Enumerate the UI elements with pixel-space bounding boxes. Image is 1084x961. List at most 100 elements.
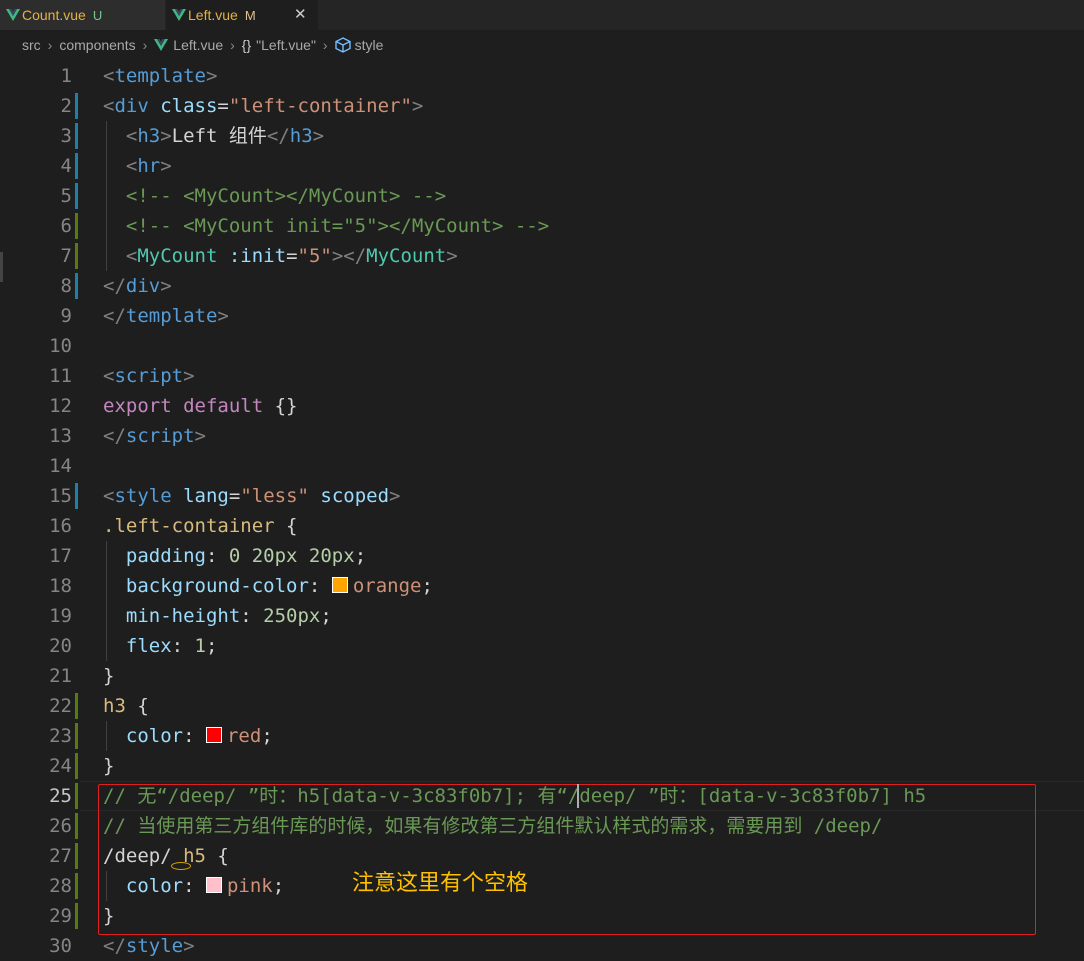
code-token: padding [125,545,206,567]
code-text: </style> [103,931,195,961]
code-line[interactable]: 2 <div class="left-container"> [0,91,1084,121]
line-number: 2 [60,95,72,117]
git-added-marker[interactable] [75,723,78,749]
code-token: ; [320,605,332,627]
git-added-marker[interactable] [75,903,78,929]
code-token: div [125,275,161,297]
line-number: 29 [49,905,72,927]
code-token: > [312,125,325,147]
code-text: </div> [103,271,172,301]
git-added-marker[interactable] [75,693,78,719]
git-added-marker[interactable] [75,783,78,809]
vue-file-icon [6,9,20,21]
color-swatch-icon[interactable] [205,726,222,743]
code-line[interactable]: 5 <!-- <MyCount></MyCount> --> [0,181,1084,211]
line-number: 19 [49,605,72,627]
tab-count-vue[interactable]: Count.vue U [0,0,166,30]
code-line[interactable]: 9 </template> [0,301,1084,331]
code-line[interactable]: 12 export default {} [0,391,1084,421]
code-token: > [205,65,218,87]
code-line[interactable]: 19 min-height: 250px; [0,601,1084,631]
code-line[interactable]: 20 flex: 1; [0,631,1084,661]
code-text: padding: 0 20px 20px; [103,541,366,571]
line-number: 13 [49,425,72,447]
code-token: : [308,575,332,597]
code-text: <style lang="less" scoped> [103,481,401,511]
code-line[interactable]: 11 <script> [0,361,1084,391]
git-added-marker[interactable] [75,873,78,899]
code-token: class [160,95,218,117]
code-token: ; [261,725,273,747]
code-text: <!-- <MyCount init="5"></MyCount> --> [103,211,549,241]
tab-left-vue[interactable]: Left.vue M ✕ [166,0,318,30]
code-line[interactable]: 15 <style lang="less" scoped> [0,481,1084,511]
code-token: <!-- <MyCount></MyCount> --> [125,185,447,207]
code-token: : [171,635,195,657]
code-line[interactable]: 21} [0,661,1084,691]
code-line[interactable]: 22 h3 { [0,691,1084,721]
close-icon[interactable]: ✕ [294,5,307,23]
code-line[interactable]: 24} [0,751,1084,781]
annotation-text: 注意这里有个空格 [352,871,529,896]
git-modified-marker[interactable] [75,93,78,119]
git-added-marker[interactable] [75,213,78,239]
git-modified-marker[interactable] [75,483,78,509]
code-line[interactable]: 3 <h3>Left 组件</h3> [0,121,1084,151]
code-token: : [183,725,206,747]
git-added-marker[interactable] [75,843,78,869]
code-line[interactable]: 7 <MyCount :init="5"></MyCount> [0,241,1084,271]
code-line[interactable]: 23 color: red; [0,721,1084,751]
code-token: : [205,545,229,567]
code-token: template [125,305,218,327]
code-token: export default [103,395,275,417]
code-line[interactable]: 16 .left-container { [0,511,1084,541]
git-modified-marker[interactable] [75,123,78,149]
code-token: > [160,125,172,147]
code-token: "less" [240,485,309,507]
git-modified-marker[interactable] [75,183,78,209]
code-line[interactable]: 10 [0,331,1084,361]
code-text: flex: 1; [103,631,218,661]
git-modified-marker[interactable] [75,273,78,299]
breadcrumb-item-components[interactable]: components [59,37,135,53]
code-token: < [103,95,115,117]
code-token: = [286,245,298,267]
tab-bar: Count.vue U Left.vue M ✕ [0,0,1084,30]
code-line[interactable]: 13 </script> [0,421,1084,451]
code-token: hr [137,155,161,177]
breadcrumb-item-module[interactable]: "Left.vue" [256,37,316,53]
line-number: 23 [49,725,72,747]
git-added-marker[interactable] [75,753,78,779]
code-token: > [160,155,172,177]
code-line[interactable]: 17 padding: 0 20px 20px; [0,541,1084,571]
code-line[interactable]: 14 [0,451,1084,481]
code-line[interactable]: 18 background-color: orange; [0,571,1084,601]
line-number: 14 [49,455,72,477]
code-token: </ [103,305,126,327]
code-line[interactable]: 30 </style> [0,931,1084,961]
code-line[interactable]: 8 </div> [0,271,1084,301]
breadcrumb-item-file[interactable]: Left.vue [173,37,223,53]
breadcrumb-item-style[interactable]: style [355,37,384,53]
code-line[interactable]: 1 <template> [0,61,1084,91]
line-number: 25 [49,785,72,807]
chevron-right-icon: › [230,37,235,53]
git-status-badge: M [244,7,256,23]
git-added-marker[interactable] [75,813,78,839]
code-token: < [125,155,138,177]
git-modified-marker[interactable] [75,153,78,179]
breadcrumb-item-src[interactable]: src [22,37,41,53]
git-added-marker[interactable] [75,243,78,269]
code-line[interactable]: 4 <hr> [0,151,1084,181]
code-token: <!-- <MyCount init="5"></MyCount> --> [125,215,550,237]
code-line[interactable]: 6 <!-- <MyCount init="5"></MyCount> --> [0,211,1084,241]
line-number: 3 [60,125,72,147]
color-swatch-icon[interactable] [331,576,348,593]
code-text: .left-container { [103,511,297,541]
code-token: : [240,605,264,627]
